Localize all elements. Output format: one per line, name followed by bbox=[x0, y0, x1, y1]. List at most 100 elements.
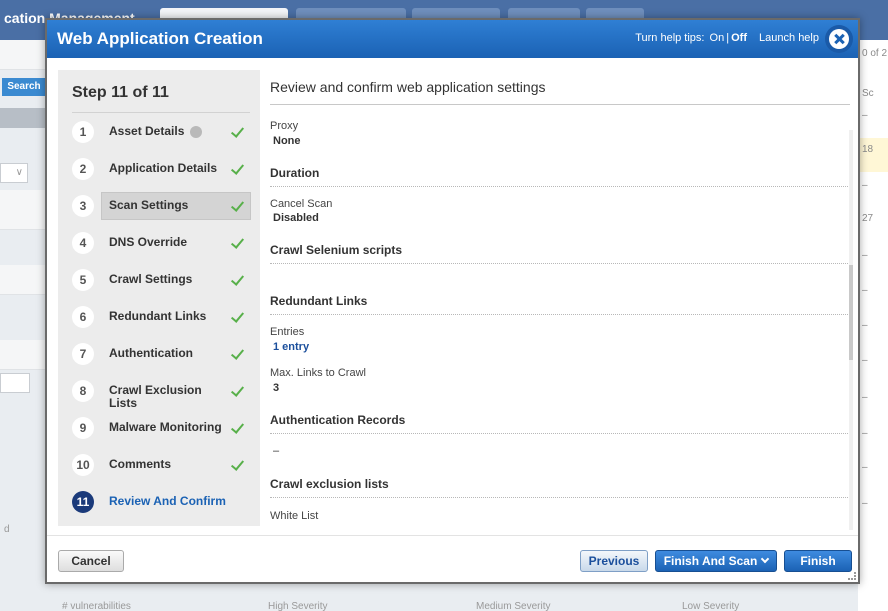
step-dns-override[interactable]: 4 DNS Override bbox=[58, 228, 260, 258]
step-number: 6 bbox=[72, 306, 94, 328]
web-app-creation-dialog: Web Application Creation Turn help tips:… bbox=[45, 18, 860, 584]
max-links-label: Max. Links to Crawl bbox=[270, 367, 366, 379]
background-cell: 27 bbox=[862, 213, 874, 224]
wizard-steps-sidebar: Step 11 of 11 1 Asset Details 2 Applicat… bbox=[58, 70, 260, 526]
step-number: 9 bbox=[72, 417, 94, 439]
background-cell: – bbox=[862, 180, 868, 191]
panel-title: Review and confirm web application setti… bbox=[270, 79, 546, 95]
help-tips-label: Turn help tips: bbox=[635, 32, 705, 44]
background-footer-col: Low Severity bbox=[682, 601, 740, 611]
background-cell: – bbox=[862, 392, 868, 403]
checkmark-icon bbox=[232, 347, 246, 359]
background-strip bbox=[0, 40, 48, 70]
checkmark-icon bbox=[232, 310, 246, 322]
background-input[interactable] bbox=[0, 373, 30, 393]
help-tips-separator: | bbox=[726, 32, 730, 44]
background-footer-col: High Severity bbox=[268, 601, 328, 611]
divider bbox=[270, 104, 850, 105]
step-asset-details[interactable]: 1 Asset Details bbox=[58, 117, 260, 147]
finish-and-scan-label: Finish And Scan bbox=[663, 554, 758, 568]
checkmark-icon bbox=[232, 384, 246, 396]
section-authentication-records: Authentication Records bbox=[270, 413, 848, 434]
background-strip bbox=[0, 340, 48, 370]
step-label: Redundant Links bbox=[109, 309, 207, 323]
background-col-header: Sc bbox=[862, 88, 874, 99]
background-select[interactable]: ∨ bbox=[0, 163, 28, 183]
step-label: Comments bbox=[109, 457, 172, 471]
section-crawl-selenium-scripts: Crawl Selenium scripts bbox=[270, 243, 848, 264]
footer-divider bbox=[47, 535, 858, 536]
step-label: Crawl Settings bbox=[109, 272, 193, 286]
step-number: 8 bbox=[72, 380, 94, 402]
step-crawl-settings[interactable]: 5 Crawl Settings bbox=[58, 265, 260, 295]
checkmark-icon bbox=[232, 236, 246, 248]
close-icon bbox=[829, 29, 849, 49]
section-redundant-links: Redundant Links bbox=[270, 294, 848, 315]
divider bbox=[72, 112, 250, 113]
step-authentication[interactable]: 7 Authentication bbox=[58, 339, 260, 369]
checkmark-icon bbox=[232, 162, 246, 174]
step-number: 4 bbox=[72, 232, 94, 254]
step-redundant-links[interactable]: 6 Redundant Links bbox=[58, 302, 260, 332]
white-list-label: White List bbox=[270, 510, 319, 522]
cancel-button[interactable]: Cancel bbox=[58, 550, 124, 572]
step-label: Malware Monitoring bbox=[109, 420, 222, 434]
help-icon[interactable] bbox=[190, 126, 202, 138]
background-strip bbox=[0, 265, 48, 295]
background-cell: – bbox=[862, 498, 868, 509]
previous-button[interactable]: Previous bbox=[580, 550, 648, 572]
step-review-and-confirm[interactable]: 11 Review And Confirm bbox=[58, 487, 260, 517]
step-label: Asset Details bbox=[109, 124, 185, 138]
finish-and-scan-button[interactable]: Finish And Scan bbox=[655, 550, 777, 572]
background-footer-col: # vulnerabilities bbox=[62, 601, 131, 611]
dialog-header: Web Application Creation Turn help tips:… bbox=[47, 20, 858, 58]
cancel-scan-label: Cancel Scan bbox=[270, 198, 333, 210]
chevron-down-icon bbox=[761, 554, 770, 564]
background-cell: – bbox=[862, 462, 868, 473]
background-letter: d bbox=[4, 524, 10, 535]
help-tips: Turn help tips: On | Off Launch help bbox=[634, 32, 820, 44]
background-cell: – bbox=[862, 320, 868, 331]
step-crawl-exclusion-lists[interactable]: 8 Crawl Exclusion Lists bbox=[58, 376, 260, 412]
step-number: 11 bbox=[72, 491, 94, 513]
cancel-scan-value: Disabled bbox=[273, 212, 319, 224]
background-cell: 18 bbox=[862, 144, 874, 155]
launch-help-link[interactable]: Launch help bbox=[759, 32, 819, 44]
scrollbar[interactable] bbox=[849, 130, 853, 530]
step-label: Review And Confirm bbox=[109, 494, 226, 508]
proxy-label: Proxy bbox=[270, 120, 299, 132]
help-tips-on[interactable]: On bbox=[710, 32, 725, 44]
step-heading: Step 11 of 11 bbox=[72, 84, 169, 101]
checkmark-icon bbox=[232, 458, 246, 470]
scrollbar-thumb[interactable] bbox=[849, 265, 853, 360]
background-cell: – bbox=[862, 285, 868, 296]
step-label: Authentication bbox=[109, 346, 193, 360]
review-scroll-area[interactable]: Proxy None Duration Cancel Scan Disabled… bbox=[270, 115, 852, 525]
step-number: 1 bbox=[72, 121, 94, 143]
background-search-button[interactable]: Search bbox=[2, 78, 46, 96]
authentication-records-value: – bbox=[273, 445, 280, 457]
step-number: 2 bbox=[72, 158, 94, 180]
step-label: Crawl Exclusion Lists bbox=[109, 383, 202, 410]
background-cell: – bbox=[862, 110, 868, 121]
step-malware-monitoring[interactable]: 9 Malware Monitoring bbox=[58, 413, 260, 443]
close-button[interactable] bbox=[825, 25, 853, 53]
checkmark-icon bbox=[232, 273, 246, 285]
background-cell: – bbox=[862, 428, 868, 439]
step-application-details[interactable]: 2 Application Details bbox=[58, 154, 260, 184]
help-tips-off[interactable]: Off bbox=[731, 32, 747, 44]
step-label: DNS Override bbox=[109, 235, 188, 249]
background-count: 0 of 2 bbox=[862, 48, 888, 59]
resize-grip-icon[interactable] bbox=[848, 572, 856, 580]
max-links-value: 3 bbox=[273, 382, 280, 394]
checkmark-icon bbox=[232, 421, 246, 433]
step-comments[interactable]: 10 Comments bbox=[58, 450, 260, 480]
section-duration: Duration bbox=[270, 166, 848, 187]
section-crawl-exclusion-lists: Crawl exclusion lists bbox=[270, 477, 848, 498]
checkmark-icon bbox=[232, 199, 246, 211]
dialog-title: Web Application Creation bbox=[57, 29, 263, 48]
checkmark-icon bbox=[232, 125, 246, 137]
step-scan-settings[interactable]: 3 Scan Settings bbox=[58, 191, 260, 221]
entries-link[interactable]: 1 entry bbox=[273, 341, 309, 353]
finish-button[interactable]: Finish bbox=[784, 550, 852, 572]
